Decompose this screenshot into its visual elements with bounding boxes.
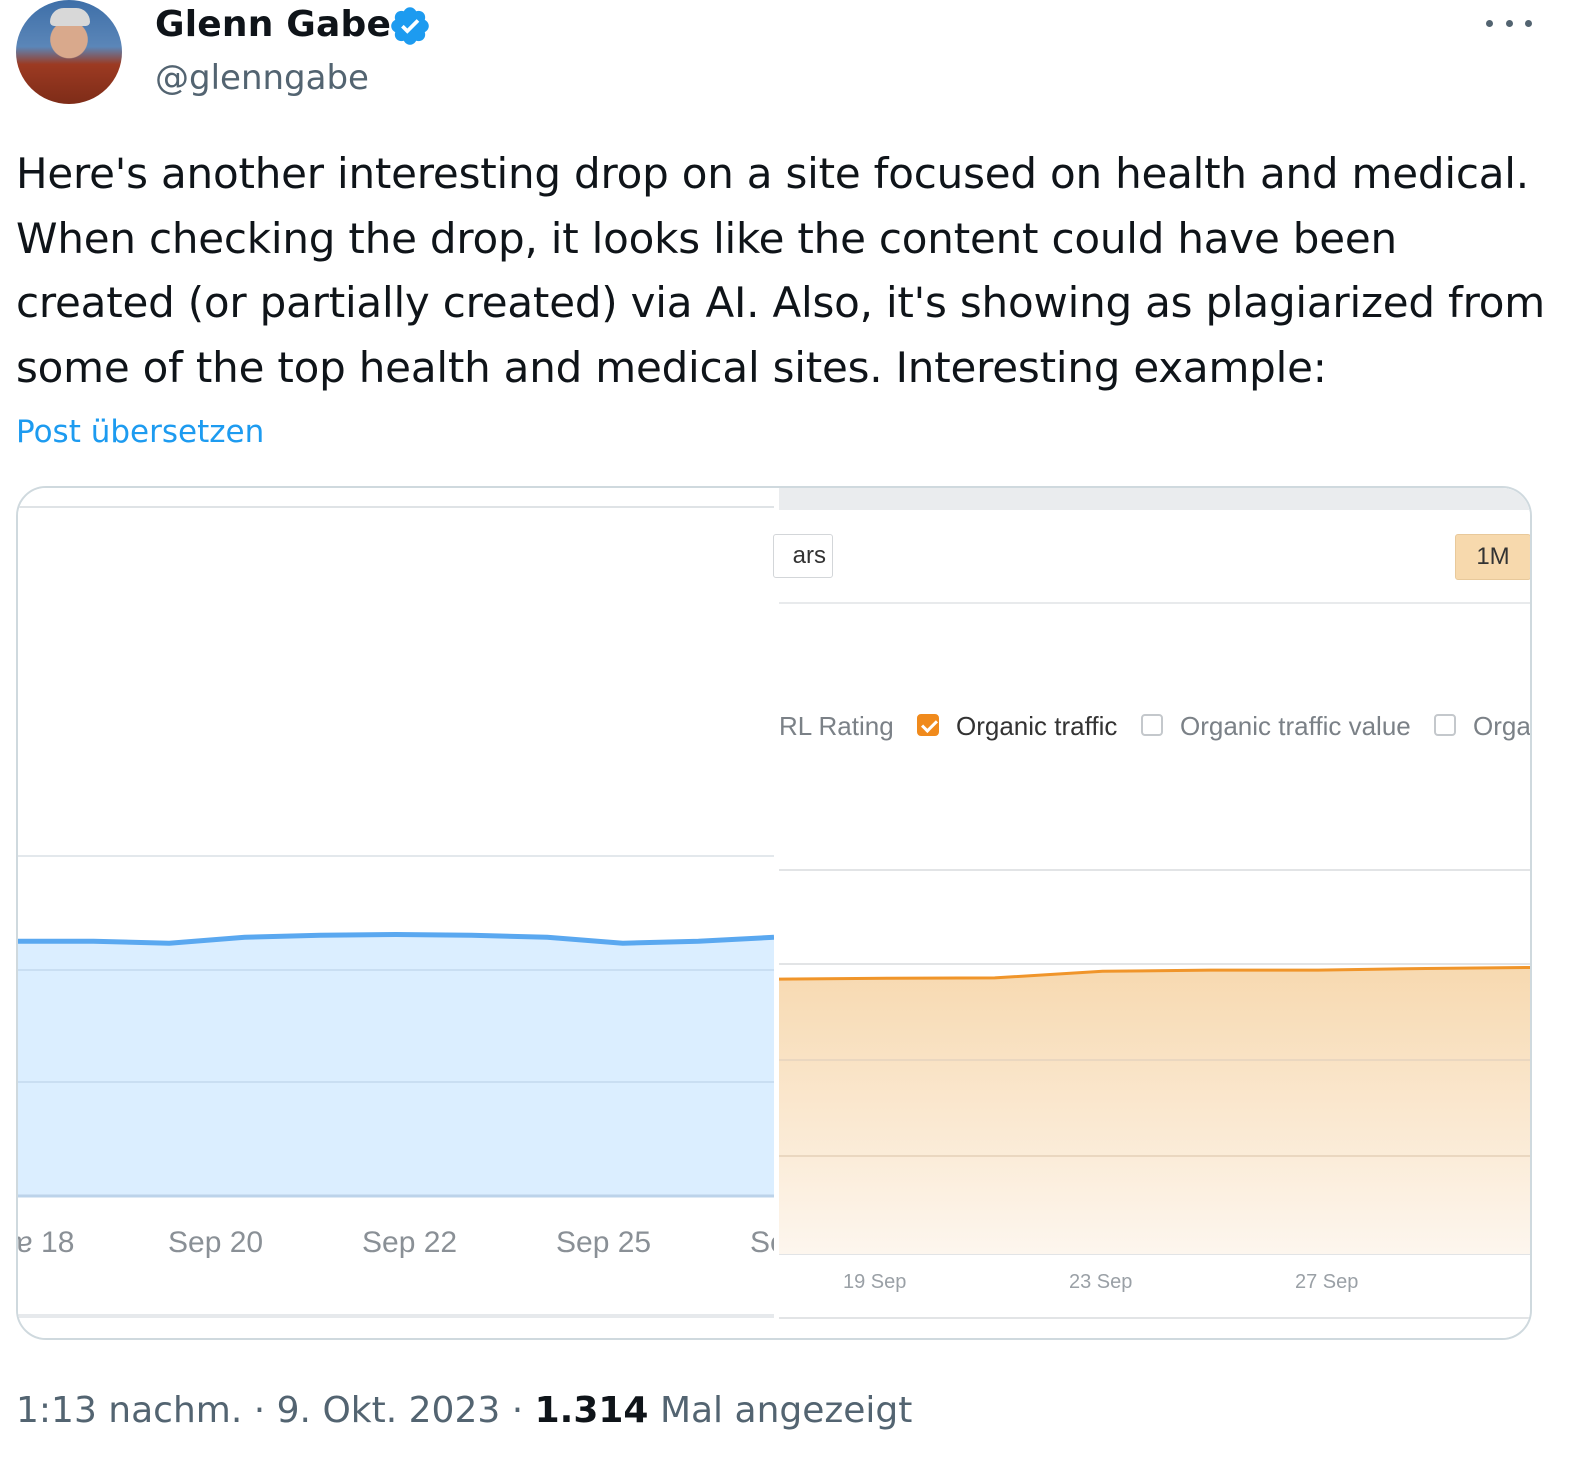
more-options-icon[interactable] xyxy=(1486,6,1532,40)
avatar-hair xyxy=(50,8,90,26)
verified-badge-icon xyxy=(391,7,429,45)
x-tick-label: Sep 20 xyxy=(168,1226,263,1259)
right-traffic-chart: 19 Sep 23 Sep 27 Sep xyxy=(779,869,1530,1319)
area-fill xyxy=(779,967,1530,1254)
translate-post-link[interactable]: Post übersetzen xyxy=(16,408,264,456)
dot xyxy=(1486,19,1493,27)
tweet-line: Here's another interesting drop on a sit… xyxy=(16,149,1529,198)
author-name[interactable]: Glenn Gabe xyxy=(155,4,391,46)
left-traffic-chart: ɐ 18 Sep 20 Sep 22 Sep 25 Se xyxy=(18,855,774,1259)
area-fill xyxy=(18,934,774,1196)
panel-border xyxy=(18,1314,774,1318)
tweet-meta: 1:13 nachm. · 9. Okt. 2023 · 1.314 Mal a… xyxy=(16,1386,912,1436)
x-tick-label: Se xyxy=(750,1226,774,1259)
view-count-label: Mal angezeigt xyxy=(659,1390,913,1431)
tweet-line: some of the top health and medical sites… xyxy=(16,342,1327,392)
dot xyxy=(1505,19,1513,27)
author-avatar[interactable] xyxy=(16,0,122,104)
author-handle[interactable]: @glenngabe xyxy=(155,56,369,100)
x-tick-label: Sep 25 xyxy=(556,1226,651,1259)
tweet-text: Here's another interesting drop on a sit… xyxy=(16,142,1556,400)
tweet-media-image[interactable]: ɐ 18 Sep 20 Sep 22 Sep 25 Se ars 1M RL Ratin… xyxy=(16,486,1532,1340)
right-chart-panel: ars 1M RL Rating Organic traffic Organic… xyxy=(773,488,1530,1338)
tweet-line: When checking the drop, it looks like th… xyxy=(16,213,1397,263)
x-tick-label: 27 Sep xyxy=(1295,1271,1358,1293)
left-chart-panel: ɐ 18 Sep 20 Sep 22 Sep 25 Se xyxy=(18,488,774,1338)
x-tick-label: Sep 22 xyxy=(362,1226,457,1259)
separator: · xyxy=(253,1390,266,1431)
separator: · xyxy=(511,1390,524,1431)
post-date[interactable]: 9. Okt. 2023 xyxy=(277,1390,501,1431)
x-tick-label: 19 Sep xyxy=(843,1271,906,1293)
post-time[interactable]: 1:13 nachm. xyxy=(16,1390,242,1431)
x-tick-label: 23 Sep xyxy=(1069,1271,1132,1293)
tweet-line: created (or partially created) via AI. A… xyxy=(16,278,1545,327)
x-tick-label: ɐ 18 xyxy=(18,1226,74,1259)
dot xyxy=(1525,19,1532,27)
view-count: 1.314 xyxy=(534,1390,649,1431)
